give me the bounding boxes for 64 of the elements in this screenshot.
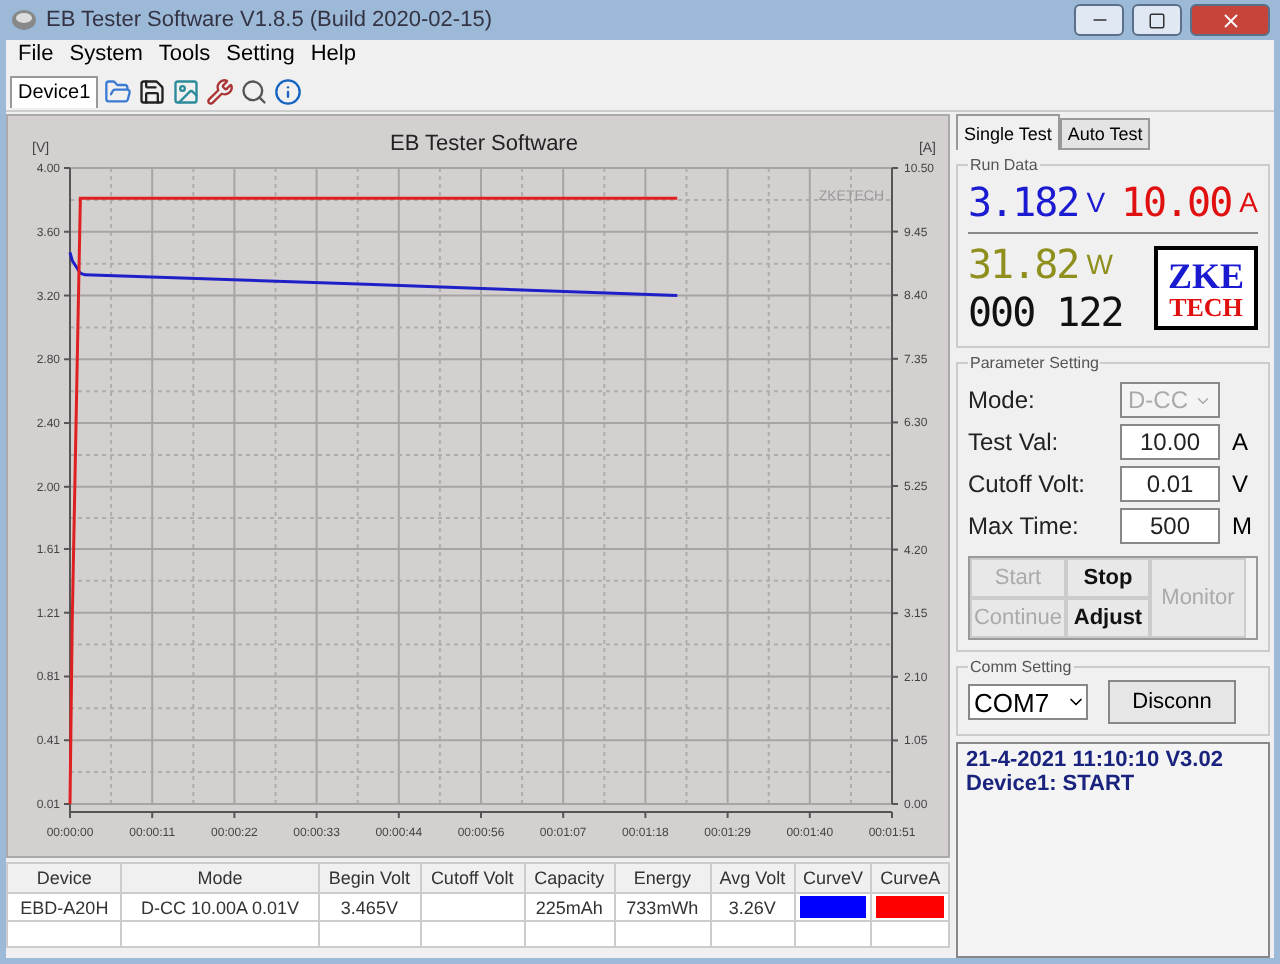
table-cell: EBD-A20H: [7, 893, 122, 921]
tab[interactable]: Single Test: [956, 114, 1060, 150]
menu-item[interactable]: System: [61, 40, 151, 72]
power-readout: 31.82: [968, 240, 1079, 288]
control-button[interactable]: Stop: [1066, 558, 1150, 598]
close-icon: [1219, 9, 1241, 31]
column-header: Energy: [614, 863, 711, 893]
input-field[interactable]: 10.00: [1120, 424, 1220, 460]
logo: ZKE TECH: [1154, 246, 1258, 330]
log-line: Device1: START: [966, 772, 1137, 796]
column-header: Capacity: [524, 863, 615, 893]
image-icon[interactable]: [172, 77, 201, 105]
table-cell: 3.465V: [318, 893, 421, 921]
column-header: Avg Volt: [710, 863, 795, 893]
column-header: Begin Volt: [318, 863, 421, 893]
field-label: Max Time:: [968, 512, 1081, 540]
voltage-unit: V: [1086, 186, 1106, 218]
window-title: EB Tester Software V1.8.5 (Build 2020-02-15): [46, 8, 494, 32]
maximize-icon: [1148, 11, 1166, 29]
info-icon[interactable]: [274, 77, 303, 105]
folder-icon[interactable]: [104, 77, 133, 105]
table-cell: 733mWh: [614, 893, 711, 921]
unit-label: V: [1232, 470, 1249, 498]
close-button[interactable]: [1190, 4, 1270, 36]
group-title: Run Data: [968, 156, 1040, 174]
time-readout: 000 122: [968, 288, 1123, 336]
input-field[interactable]: 500: [1120, 508, 1220, 544]
field-label: Mode:: [968, 386, 1037, 414]
menu-item[interactable]: Help: [302, 40, 364, 72]
field-label: Test Val:: [968, 428, 1061, 456]
tab[interactable]: Auto Test: [1059, 118, 1151, 150]
power-unit: W: [1086, 248, 1113, 280]
table-cell: 225mAh: [524, 893, 615, 921]
column-header: Mode: [121, 863, 319, 893]
menu-item[interactable]: Tools: [150, 40, 219, 72]
app-icon: [10, 8, 38, 32]
menu-item[interactable]: File: [10, 40, 62, 72]
table-cell: D-CC 10.00A 0.01V: [121, 893, 319, 921]
column-header: Cutoff Volt: [420, 863, 525, 893]
column-header: CurveV: [794, 863, 872, 893]
tools-icon[interactable]: [206, 77, 235, 105]
unit-label: A: [1232, 428, 1249, 456]
device-tab[interactable]: Device1: [10, 75, 99, 107]
current-readout: 10.00: [1120, 178, 1232, 226]
search-icon[interactable]: [240, 77, 269, 105]
group-title: Parameter Setting: [968, 354, 1101, 372]
disconnect-button[interactable]: Disconn: [1108, 680, 1236, 724]
unit-label: M: [1232, 512, 1252, 540]
log-line: 21-4-2021 11:10:10 V3.02: [966, 748, 1225, 772]
menu-item[interactable]: Setting: [218, 40, 303, 72]
current-unit: A: [1239, 186, 1258, 218]
group-title: Comm Setting: [968, 658, 1074, 676]
column-header: CurveA: [871, 863, 949, 893]
field-label: Cutoff Volt:: [968, 470, 1087, 498]
table-cell: 3.26V: [710, 893, 795, 921]
maximize-button[interactable]: [1132, 4, 1182, 36]
chart-title: EB Tester Software: [388, 132, 580, 156]
floppy-icon[interactable]: [138, 77, 167, 105]
voltage-readout: 3.182: [968, 178, 1079, 226]
minimize-button[interactable]: [1074, 4, 1124, 36]
port-dropdown[interactable]: COM7: [968, 684, 1088, 720]
column-header: Device: [7, 863, 122, 893]
control-button[interactable]: Adjust: [1066, 598, 1150, 638]
input-field[interactable]: 0.01: [1120, 466, 1220, 502]
